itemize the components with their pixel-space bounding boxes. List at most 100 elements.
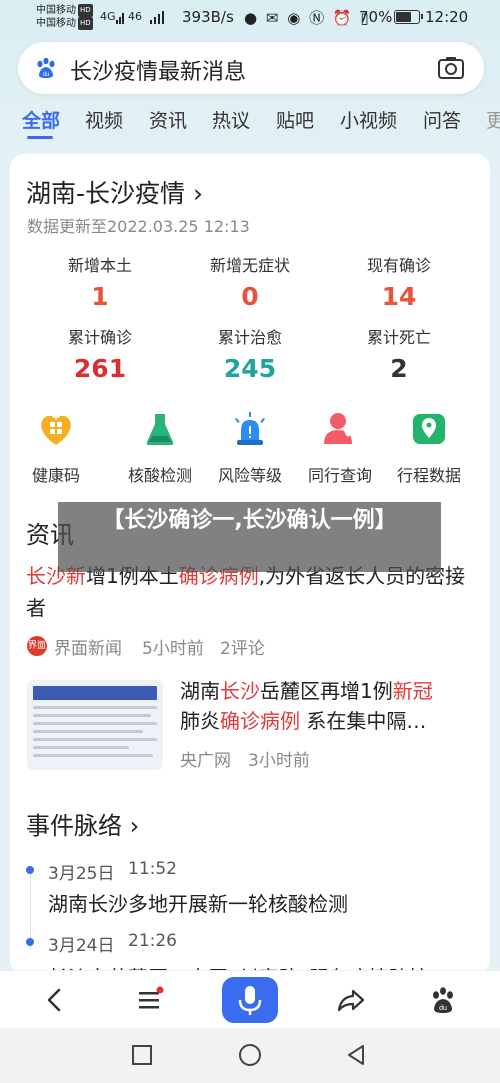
event-text[interactable]: 湖南长沙多地开展新一轮核酸检测: [48, 888, 348, 917]
title-text: 湖南: [180, 679, 220, 703]
news-time: 5小时前: [142, 639, 204, 659]
update-time: 数据更新至2022.03.25 12:13: [27, 217, 250, 236]
highlight-text: 确诊病例: [220, 709, 300, 733]
tab-qa[interactable]: 问答: [423, 106, 461, 133]
title-text: 系在集中隔…: [300, 709, 427, 733]
health-code-icon: [41, 415, 71, 445]
event-date: 3月24日: [48, 936, 115, 956]
stat-label: 新增本土: [67, 256, 132, 275]
share-icon[interactable]: [336, 985, 366, 1015]
carrier-2: 中国移动: [36, 18, 76, 29]
baidu-home-icon[interactable]: du: [428, 985, 458, 1015]
thumbnail-line: [33, 738, 157, 741]
nfc-icon: Ⓝ: [309, 9, 327, 27]
news-source: 央广网: [180, 751, 231, 771]
title-text: 肺炎: [180, 709, 220, 733]
search-query[interactable]: 长沙疫情最新消息: [70, 54, 246, 86]
stat-value: 261: [73, 354, 127, 383]
stat-label: 累计确诊: [67, 328, 132, 347]
svg-text:du: du: [439, 1005, 447, 1012]
signal-bars-icon: [116, 13, 124, 24]
stat-total-cured: 累计治愈 245: [175, 324, 325, 383]
stat-label: 现有确诊: [366, 256, 431, 275]
status-bar: 中国移动 HD 中国移动 HD 4G 46 393B/s ● ✉ ◉ Ⓝ ⏰ ▯ 7…: [0, 0, 500, 36]
baidu-paw-icon: du: [37, 57, 55, 78]
timeline-dot: [26, 866, 34, 874]
thumbnail-header: [33, 686, 157, 700]
eye-icon: ◉: [287, 9, 303, 27]
wechat-icon: ●: [244, 9, 260, 27]
voice-search-button[interactable]: [222, 977, 278, 1023]
stat-current-confirmed: 现有确诊 14: [324, 252, 474, 311]
news-item-2-title[interactable]: 湖南长沙岳麓区再增1例新冠 肺炎确诊病例 系在集中隔…: [180, 676, 470, 736]
event-time: 11:52: [128, 859, 177, 879]
bottom-toolbar: du: [0, 970, 500, 1028]
microphone-icon: [238, 986, 262, 1015]
stat-value: 1: [91, 282, 109, 311]
message-icon: ✉: [265, 9, 281, 27]
stat-label: 累计死亡: [366, 328, 431, 347]
tab-all[interactable]: 全部: [22, 106, 60, 133]
alarm-light-icon: [234, 412, 266, 445]
thumbnail-line: [33, 754, 153, 757]
stat-label: 累计治愈: [217, 328, 282, 347]
network-speed: 393B/s: [182, 8, 234, 26]
stat-value: 245: [223, 354, 277, 383]
battery-fill: [396, 12, 411, 22]
back-arrow-icon[interactable]: [40, 985, 70, 1015]
title-text: 岳麓区再增1例: [260, 679, 393, 703]
category-tabs: 全部 视频 资讯 热议 贴吧 小视频 问答 更: [0, 100, 500, 144]
battery-icon: [394, 10, 423, 24]
hd-badge-2: HD: [78, 17, 93, 30]
tab-video[interactable]: 视频: [85, 106, 123, 133]
tab-hot[interactable]: 热议: [212, 106, 250, 133]
source-logo: 界面: [27, 636, 47, 656]
tab-more[interactable]: 更: [486, 106, 500, 133]
card-title[interactable]: 湖南-长沙疫情 ›: [26, 174, 203, 210]
tab-tieba[interactable]: 贴吧: [276, 106, 314, 133]
alarm-icon: ⏰: [332, 9, 354, 27]
menu-icon[interactable]: [135, 985, 165, 1015]
status-icons: ● ✉ ◉ Ⓝ ⏰ ▯: [244, 7, 371, 28]
thumbnail-line: [33, 730, 143, 733]
stat-value: 2: [390, 354, 408, 383]
stat-value: 0: [241, 282, 259, 311]
quick-link-label: 行程数据: [396, 466, 461, 485]
tab-short-video[interactable]: 小视频: [340, 106, 397, 133]
hd-badge: HD: [78, 4, 93, 17]
event-date: 3月25日: [48, 864, 115, 884]
camera-icon[interactable]: [437, 55, 465, 81]
carrier-info: 中国移动 HD 中国移动 HD: [36, 4, 93, 30]
back-icon[interactable]: [344, 1043, 368, 1067]
stat-value: 14: [381, 282, 417, 311]
stat-new-local: 新增本土 1: [25, 252, 175, 311]
stat-total-deaths: 累计死亡 2: [324, 324, 474, 383]
active-tab-indicator: [27, 136, 53, 139]
flask-icon: [146, 414, 174, 445]
clock: 12:20: [425, 8, 469, 26]
thumbnail-line: [33, 706, 157, 709]
tab-news[interactable]: 资讯: [149, 106, 187, 133]
recent-apps-icon[interactable]: [131, 1044, 153, 1066]
thumbnail-line: [33, 746, 129, 749]
travel-data-link[interactable]: 行程数据: [369, 410, 489, 486]
overlay-banner: 【长沙确诊一,长沙确认一例】: [58, 502, 441, 572]
people-icon: [324, 413, 352, 444]
timeline-dot: [26, 938, 34, 946]
timeline-heading[interactable]: 事件脉络 ›: [26, 806, 139, 841]
news-time: 3小时前: [248, 751, 310, 771]
news-comments[interactable]: 2评论: [220, 634, 265, 659]
thumbnail-line: [33, 714, 151, 717]
signal-bars-icon-2: [150, 11, 164, 24]
system-nav-bar: [0, 1028, 500, 1083]
thumbnail-line: [33, 722, 157, 725]
stat-new-asymptomatic: 新增无症状 0: [175, 252, 325, 311]
battery-percent: 70%: [359, 8, 393, 26]
news-thumbnail[interactable]: [27, 680, 163, 770]
location-icon: [413, 414, 445, 444]
stat-label: 新增无症状: [209, 256, 290, 275]
home-icon[interactable]: [238, 1043, 262, 1067]
highlight-text: 长沙: [220, 679, 260, 703]
search-bar[interactable]: du 长沙疫情最新消息: [18, 42, 484, 94]
svg-text:du: du: [43, 72, 50, 78]
